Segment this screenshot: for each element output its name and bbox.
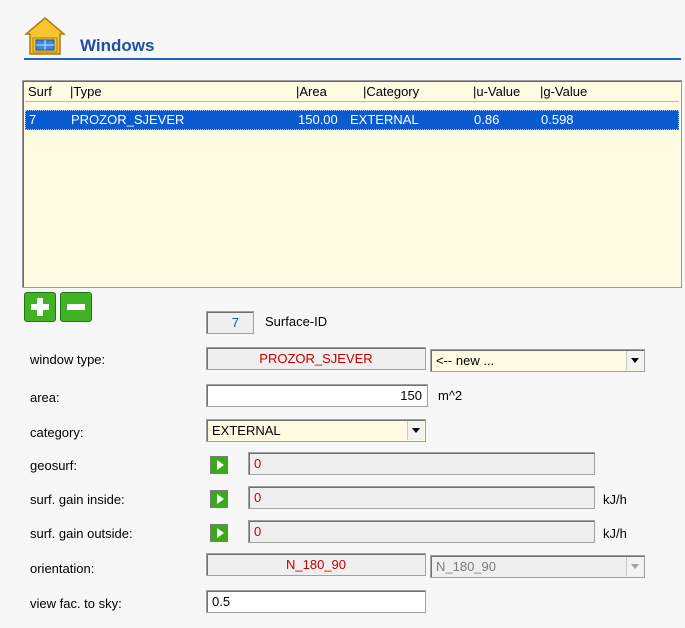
area-input[interactable]: 150 <box>206 384 428 407</box>
area-unit: m^2 <box>438 388 463 403</box>
column-header-area[interactable]: |Area <box>296 84 327 99</box>
table-row[interactable]: 7 PROZOR_SJEVER 150.00 EXTERNAL 0.86 0.5… <box>25 110 679 130</box>
chevron-down-icon[interactable] <box>626 351 643 370</box>
view-factor-label: view fac. to sky: <box>30 596 122 611</box>
remove-window-button[interactable] <box>60 292 92 322</box>
geosurf-label: geosurf: <box>30 458 77 473</box>
row-surf: 7 <box>29 112 37 127</box>
plus-icon <box>31 298 49 316</box>
column-header-g-value[interactable]: |g-Value <box>540 84 587 99</box>
orientation-label: orientation: <box>30 561 95 576</box>
house-window-icon <box>23 16 67 56</box>
surf-gain-outside-unit: kJ/h <box>603 526 627 541</box>
header-divider <box>24 58 681 60</box>
surf-gain-inside-unit: kJ/h <box>603 492 627 507</box>
surf-gain-outside-field[interactable]: 0 <box>248 520 595 543</box>
orientation-select-value: N_180_90 <box>436 559 496 574</box>
view-factor-input[interactable]: 0.5 <box>206 590 426 613</box>
category-select-value: EXTERNAL <box>212 423 281 438</box>
category-label: category: <box>30 425 84 440</box>
surf-gain-outside-play-icon[interactable] <box>210 524 228 542</box>
surf-gain-inside-field[interactable]: 0 <box>248 486 595 509</box>
surface-id-field: 7 <box>206 311 254 334</box>
minus-icon <box>67 304 85 310</box>
category-select[interactable]: EXTERNAL <box>206 419 426 442</box>
surf-gain-outside-label: surf. gain outside: <box>30 526 133 541</box>
windows-list[interactable]: Surf |Type |Area |Category |u-Value |g-V… <box>22 80 682 288</box>
column-header-surf[interactable]: Surf <box>28 84 52 99</box>
page-title: Windows <box>80 36 155 55</box>
window-type-label: window type: <box>30 352 106 367</box>
surface-id-label: Surface-ID <box>265 314 328 329</box>
window-type-field: PROZOR_SJEVER <box>206 347 426 370</box>
surf-gain-inside-play-icon[interactable] <box>210 490 228 508</box>
area-label: area: <box>30 390 60 405</box>
row-u-value: 0.86 <box>474 112 500 127</box>
window-type-select-value: <-- new ... <box>436 353 495 368</box>
chevron-down-icon <box>626 557 643 576</box>
row-type: PROZOR_SJEVER <box>71 112 185 127</box>
list-header: Surf |Type |Area |Category |u-Value |g-V… <box>25 83 679 102</box>
chevron-down-icon[interactable] <box>407 421 424 440</box>
column-header-type[interactable]: |Type <box>70 84 102 99</box>
surf-gain-inside-label: surf. gain inside: <box>30 492 125 507</box>
row-area: 150.00 <box>298 112 338 127</box>
row-category: EXTERNAL <box>350 112 419 127</box>
column-header-category[interactable]: |Category <box>363 84 419 99</box>
row-g-value: 0.598 <box>541 112 574 127</box>
geosurf-play-icon[interactable] <box>210 456 228 474</box>
orientation-field: N_180_90 <box>206 553 426 576</box>
geosurf-field[interactable]: 0 <box>248 452 595 475</box>
add-window-button[interactable] <box>24 292 56 322</box>
orientation-select: N_180_90 <box>430 555 645 578</box>
window-type-select[interactable]: <-- new ... <box>430 349 645 372</box>
column-header-u-value[interactable]: |u-Value <box>473 84 520 99</box>
